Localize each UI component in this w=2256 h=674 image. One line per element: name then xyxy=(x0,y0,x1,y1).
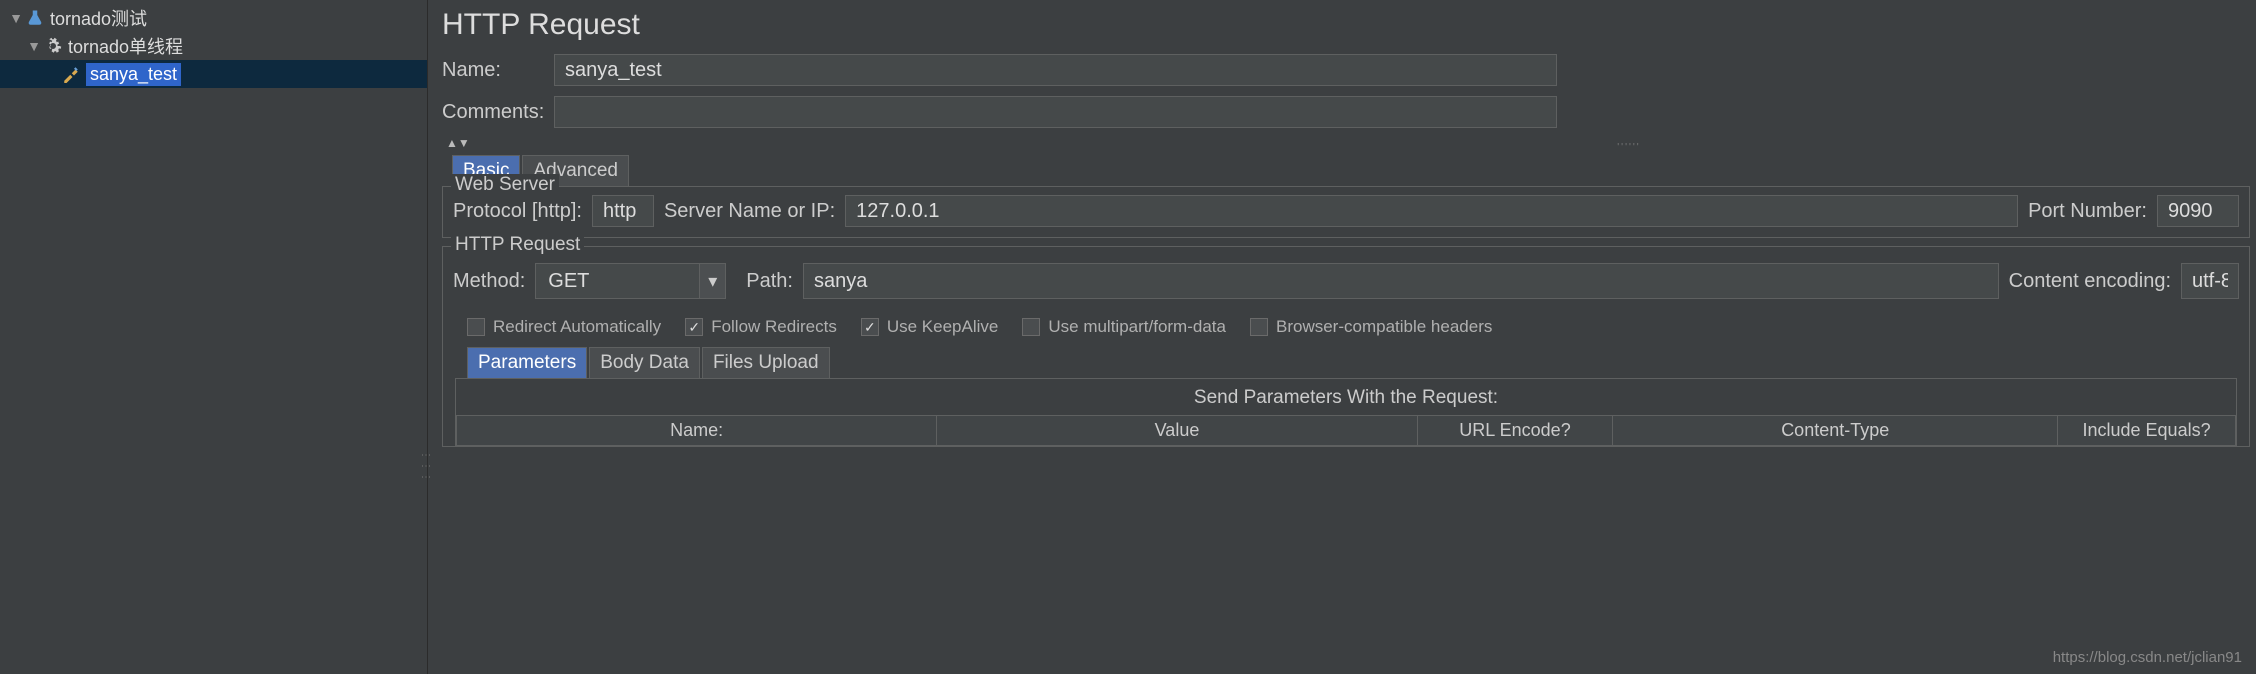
gear-icon xyxy=(42,35,64,57)
web-server-legend: Web Server xyxy=(451,174,559,196)
tab-body-data[interactable]: Body Data xyxy=(589,347,700,378)
col-url-encode[interactable]: URL Encode? xyxy=(1417,416,1613,446)
check-multipart[interactable]: Use multipart/form-data xyxy=(1022,317,1226,337)
comments-label: Comments: xyxy=(442,101,554,124)
horizontal-resize-handle[interactable]: '''''' xyxy=(1002,142,2256,153)
flask-icon xyxy=(24,7,46,29)
parameters-table: Name: Value URL Encode? Content-Type Inc… xyxy=(456,415,2236,446)
check-browser-compat[interactable]: Browser-compatible headers xyxy=(1250,317,1492,337)
tree-label: tornado测试 xyxy=(50,5,147,31)
path-label: Path: xyxy=(746,270,793,293)
col-name[interactable]: Name: xyxy=(457,416,937,446)
http-request-panel: HTTP Request Name: Comments: ▲▼ '''''' B… xyxy=(428,0,2256,674)
checkbox-checked-icon xyxy=(861,318,879,336)
http-request-fieldset: HTTP Request Method: GET ▾ Path: Content… xyxy=(442,246,2250,447)
tab-parameters[interactable]: Parameters xyxy=(467,347,587,378)
port-input[interactable] xyxy=(2157,195,2239,227)
tab-files-upload[interactable]: Files Upload xyxy=(702,347,830,378)
checkbox-icon xyxy=(1250,318,1268,336)
check-label: Redirect Automatically xyxy=(493,317,661,337)
main-tabs: Basic Advanced xyxy=(452,155,2256,186)
checkbox-icon xyxy=(1022,318,1040,336)
check-label: Browser-compatible headers xyxy=(1276,317,1492,337)
web-server-fieldset: Web Server Protocol [http]: Server Name … xyxy=(442,186,2250,238)
check-keepalive[interactable]: Use KeepAlive xyxy=(861,317,999,337)
name-label: Name: xyxy=(442,59,554,82)
tree-node-thread-group[interactable]: ▼ tornado单线程 xyxy=(0,32,427,60)
path-input[interactable] xyxy=(803,263,1999,299)
params-table-title: Send Parameters With the Request: xyxy=(456,387,2236,409)
probe-icon xyxy=(60,63,82,85)
protocol-label: Protocol [http]: xyxy=(453,200,582,223)
method-value: GET xyxy=(535,263,700,299)
tree-node-test-plan[interactable]: ▼ tornado测试 xyxy=(0,4,427,32)
options-checkboxes: Redirect Automatically Follow Redirects … xyxy=(453,317,2239,337)
encoding-label: Content encoding: xyxy=(2009,270,2171,293)
expand-icon[interactable]: ▼ xyxy=(26,38,42,54)
col-content-type[interactable]: Content-Type xyxy=(1613,416,2058,446)
server-label: Server Name or IP: xyxy=(664,200,835,223)
col-value[interactable]: Value xyxy=(937,416,1417,446)
watermark: https://blog.csdn.net/jclian91 xyxy=(2053,649,2242,666)
comments-input[interactable] xyxy=(554,96,1557,128)
method-label: Method: xyxy=(453,270,525,293)
tree-label: tornado单线程 xyxy=(68,33,183,59)
http-request-legend: HTTP Request xyxy=(451,234,584,256)
check-label: Follow Redirects xyxy=(711,317,837,337)
method-select[interactable]: GET ▾ xyxy=(535,263,726,299)
check-label: Use KeepAlive xyxy=(887,317,999,337)
tree-label: sanya_test xyxy=(86,63,181,86)
col-include-equals[interactable]: Include Equals? xyxy=(2058,416,2236,446)
encoding-input[interactable] xyxy=(2181,263,2239,299)
page-title: HTTP Request xyxy=(442,8,2256,42)
check-label: Use multipart/form-data xyxy=(1048,317,1226,337)
body-tabs: Parameters Body Data Files Upload xyxy=(467,347,2239,378)
check-follow-redirects[interactable]: Follow Redirects xyxy=(685,317,837,337)
tree-node-http-request[interactable]: sanya_test xyxy=(0,60,427,88)
server-input[interactable] xyxy=(845,195,2018,227)
test-plan-tree: ▼ tornado测试 ▼ tornado单线程 sanya_test ⋮⋮⋮ xyxy=(0,0,428,674)
check-redirect-auto[interactable]: Redirect Automatically xyxy=(467,317,661,337)
expand-icon[interactable]: ▼ xyxy=(8,10,24,26)
name-input[interactable] xyxy=(554,54,1557,86)
port-label: Port Number: xyxy=(2028,200,2147,223)
chevron-down-icon[interactable]: ▾ xyxy=(700,263,726,299)
checkbox-icon xyxy=(467,318,485,336)
protocol-input[interactable] xyxy=(592,195,654,227)
checkbox-checked-icon xyxy=(685,318,703,336)
